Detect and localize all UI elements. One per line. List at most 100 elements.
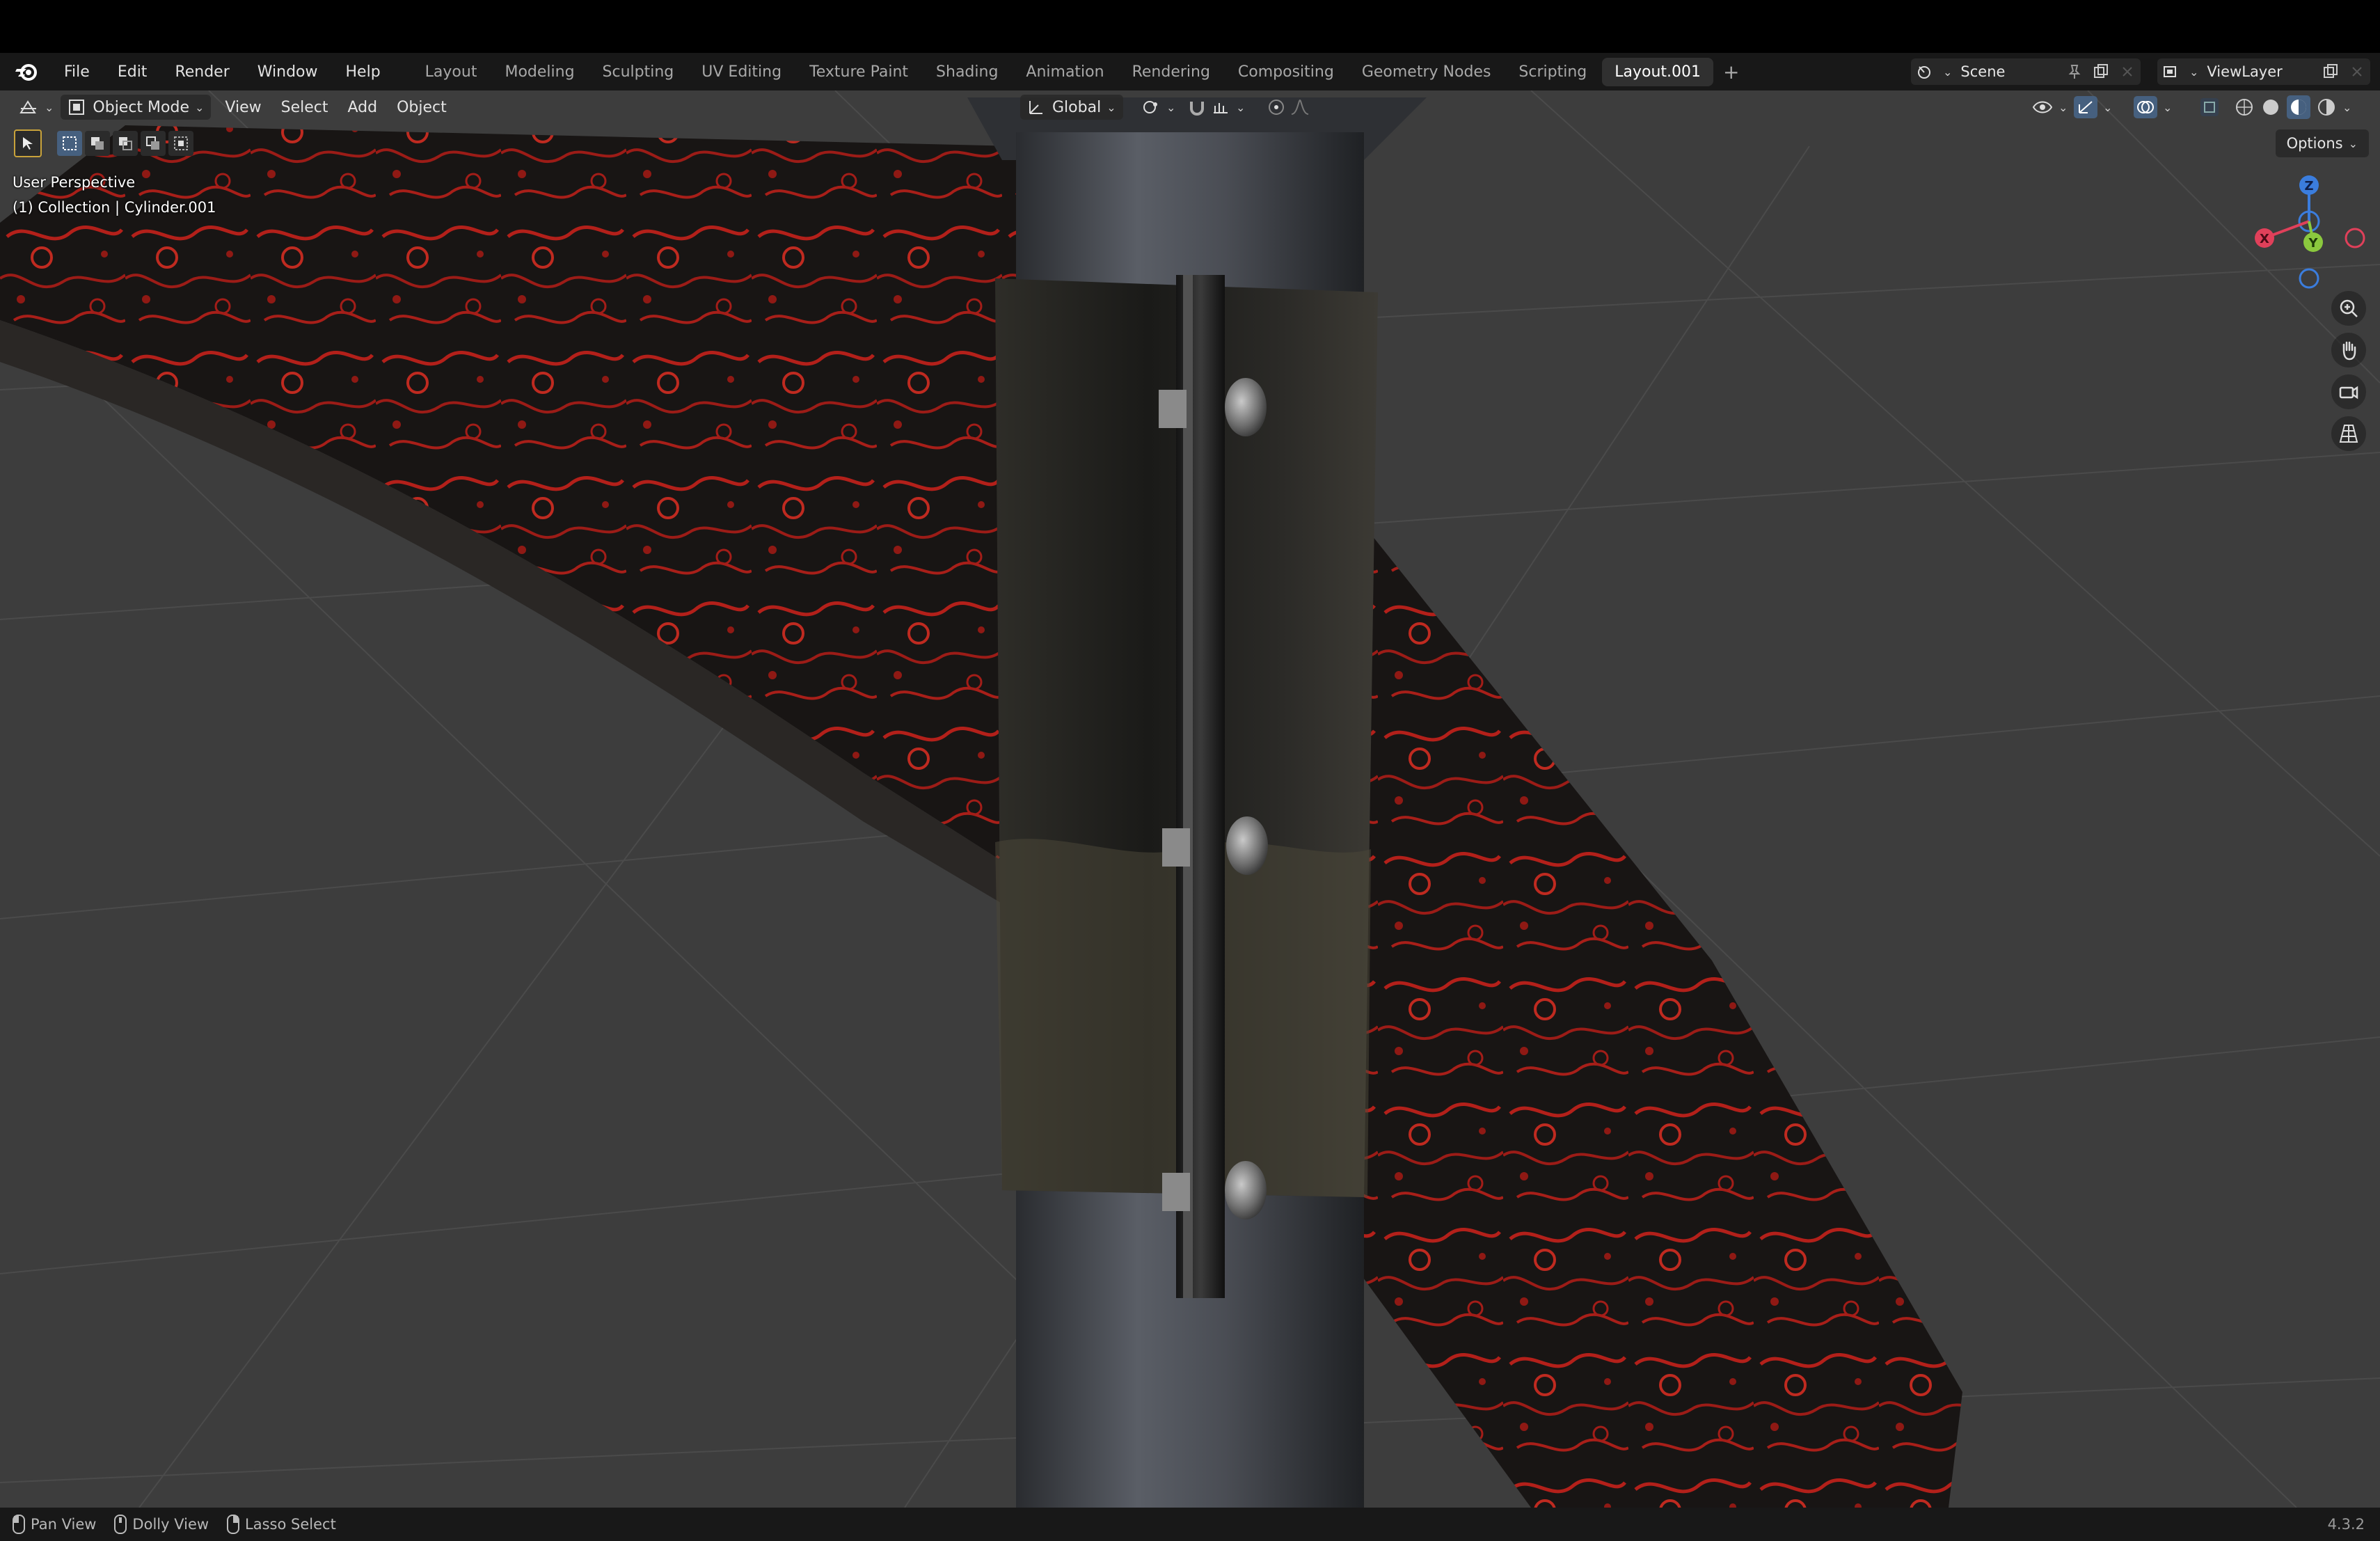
mouse-right-icon xyxy=(227,1515,240,1534)
tab-animation[interactable]: Animation xyxy=(1013,58,1116,86)
hand-pan-icon xyxy=(2342,341,2356,361)
top-menu-bar: File Edit Render Window Help Layout Mode… xyxy=(0,53,2380,90)
select-invert-button[interactable] xyxy=(141,131,166,156)
proportional-edit-icon xyxy=(1269,100,1284,115)
tab-texture-paint[interactable]: Texture Paint xyxy=(797,58,921,86)
select-new-button[interactable] xyxy=(57,131,82,156)
chevron-down-icon: ⌄ xyxy=(1106,100,1116,114)
collection-label: (1) Collection | Cylinder.001 xyxy=(13,199,216,216)
menu-object[interactable]: Object xyxy=(397,99,447,116)
select-subtract-button[interactable] xyxy=(113,131,138,156)
tab-modeling[interactable]: Modeling xyxy=(492,58,587,86)
xray-icon xyxy=(2200,98,2219,116)
menu-select[interactable]: Select xyxy=(281,99,328,116)
version-label: 4.3.2 xyxy=(2327,1516,2365,1533)
tab-rendering[interactable]: Rendering xyxy=(1120,58,1223,86)
status-lasso-select: Lasso Select xyxy=(227,1515,336,1534)
tab-uv-editing[interactable]: UV Editing xyxy=(689,58,794,86)
shading-mode-group[interactable]: ⌄ xyxy=(2227,95,2358,120)
viewport-header: ⌄ Object Mode ⌄ View Select Add Object G… xyxy=(0,90,2380,124)
camera-view-button[interactable] xyxy=(2331,374,2366,409)
select-extend-icon xyxy=(91,137,104,150)
overlays-toggle[interactable]: ⌄ xyxy=(2127,95,2179,120)
editor-type-button[interactable]: ⌄ xyxy=(11,95,61,120)
3d-viewport[interactable]: ⌄ Object Mode ⌄ View Select Add Object G… xyxy=(0,90,2380,1508)
pan-button[interactable] xyxy=(2331,333,2366,368)
scene-selector[interactable]: ⌄ Scene xyxy=(1911,58,2141,85)
view-layer-selector[interactable]: ⌄ ViewLayer xyxy=(2157,58,2370,85)
gizmo-toggle[interactable]: ⌄ xyxy=(2067,95,2119,120)
tool-settings-row xyxy=(14,129,196,157)
falloff-icon xyxy=(1291,99,1309,115)
close-icon[interactable] xyxy=(2348,63,2366,81)
axis-z[interactable]: Z xyxy=(2299,175,2319,195)
navigation-gizmo[interactable]: Z Y X xyxy=(2241,168,2380,294)
select-invert-icon xyxy=(146,136,159,150)
svg-text:Z: Z xyxy=(2304,179,2313,193)
new-scene-icon[interactable] xyxy=(2092,63,2110,81)
scene-icon xyxy=(1918,66,1930,79)
select-intersect-button[interactable] xyxy=(168,131,193,156)
object-mode-icon xyxy=(69,100,85,115)
new-view-layer-icon[interactable] xyxy=(2322,63,2340,81)
orientation-label: Global xyxy=(1052,98,1102,116)
mode-selector[interactable]: Object Mode ⌄ xyxy=(61,95,212,120)
menu-render[interactable]: Render xyxy=(175,63,229,81)
menu-window[interactable]: Window xyxy=(257,63,318,81)
tab-scripting[interactable]: Scripting xyxy=(1506,58,1599,86)
grid-ortho-icon xyxy=(2339,425,2358,443)
select-new-icon xyxy=(63,136,77,150)
transform-orientation-selector[interactable]: Global ⌄ xyxy=(1020,95,1123,120)
axis-x[interactable]: X xyxy=(2255,228,2274,248)
snap-toggle[interactable]: ⌄ xyxy=(1180,95,1252,120)
gizmo-icon xyxy=(2074,96,2097,118)
scene-render[interactable] xyxy=(0,90,2380,1508)
select-intersect-icon xyxy=(174,136,188,150)
tab-geometry-nodes[interactable]: Geometry Nodes xyxy=(1349,58,1504,86)
axis-y[interactable]: Y xyxy=(2303,232,2323,252)
tab-layout-001[interactable]: Layout.001 xyxy=(1602,57,1714,86)
chevron-down-icon: ⌄ xyxy=(2189,65,2199,79)
rendered-shading-icon[interactable] xyxy=(2316,97,2337,118)
menu-edit[interactable]: Edit xyxy=(118,63,148,81)
blender-logo-icon[interactable] xyxy=(14,59,39,84)
chevron-down-icon: ⌄ xyxy=(2103,100,2113,114)
solid-shading-icon[interactable] xyxy=(2260,97,2281,118)
select-subtract-icon xyxy=(119,137,132,150)
select-tool-button[interactable] xyxy=(14,129,42,157)
ortho-toggle-button[interactable] xyxy=(2331,416,2366,451)
view-layer-name[interactable]: ViewLayer xyxy=(2198,63,2317,80)
menu-view[interactable]: View xyxy=(225,99,261,116)
pivot-icon xyxy=(1143,101,1157,113)
tab-shading[interactable]: Shading xyxy=(923,58,1010,86)
left-blade xyxy=(0,125,1016,870)
menu-help[interactable]: Help xyxy=(346,63,381,81)
wireframe-shading-icon[interactable] xyxy=(2234,97,2255,118)
perspective-label: User Perspective xyxy=(13,174,136,191)
chevron-down-icon: ⌄ xyxy=(1943,65,1953,79)
orientation-icon xyxy=(1029,101,1042,114)
menu-file[interactable]: File xyxy=(64,63,90,81)
tab-compositing[interactable]: Compositing xyxy=(1225,58,1347,86)
pin-icon[interactable] xyxy=(2065,63,2084,81)
chevron-down-icon: ⌄ xyxy=(2163,100,2173,114)
status-dolly-view: Dolly View xyxy=(114,1515,209,1534)
chevron-down-icon: ⌄ xyxy=(2348,136,2358,150)
xray-toggle[interactable] xyxy=(2192,95,2227,120)
snap-increment-icon xyxy=(1214,103,1228,113)
options-button[interactable]: Options ⌄ xyxy=(2275,129,2369,157)
material-preview-icon[interactable] xyxy=(2287,95,2310,119)
chevron-down-icon: ⌄ xyxy=(1166,100,1176,114)
overlays-icon xyxy=(2134,96,2157,118)
zoom-button[interactable] xyxy=(2331,291,2366,326)
pivot-point-button[interactable]: ⌄ xyxy=(1134,95,1182,120)
select-extend-button[interactable] xyxy=(85,131,110,156)
tab-layout[interactable]: Layout xyxy=(413,58,490,86)
close-icon[interactable] xyxy=(2118,63,2136,81)
proportional-editing-toggle[interactable] xyxy=(1260,95,1317,120)
add-workspace-button[interactable]: + xyxy=(1715,61,1747,84)
right-blade xyxy=(1350,508,1962,1508)
tab-sculpting[interactable]: Sculpting xyxy=(590,58,687,86)
scene-name[interactable]: Scene xyxy=(1952,63,2061,80)
menu-add[interactable]: Add xyxy=(348,99,378,116)
